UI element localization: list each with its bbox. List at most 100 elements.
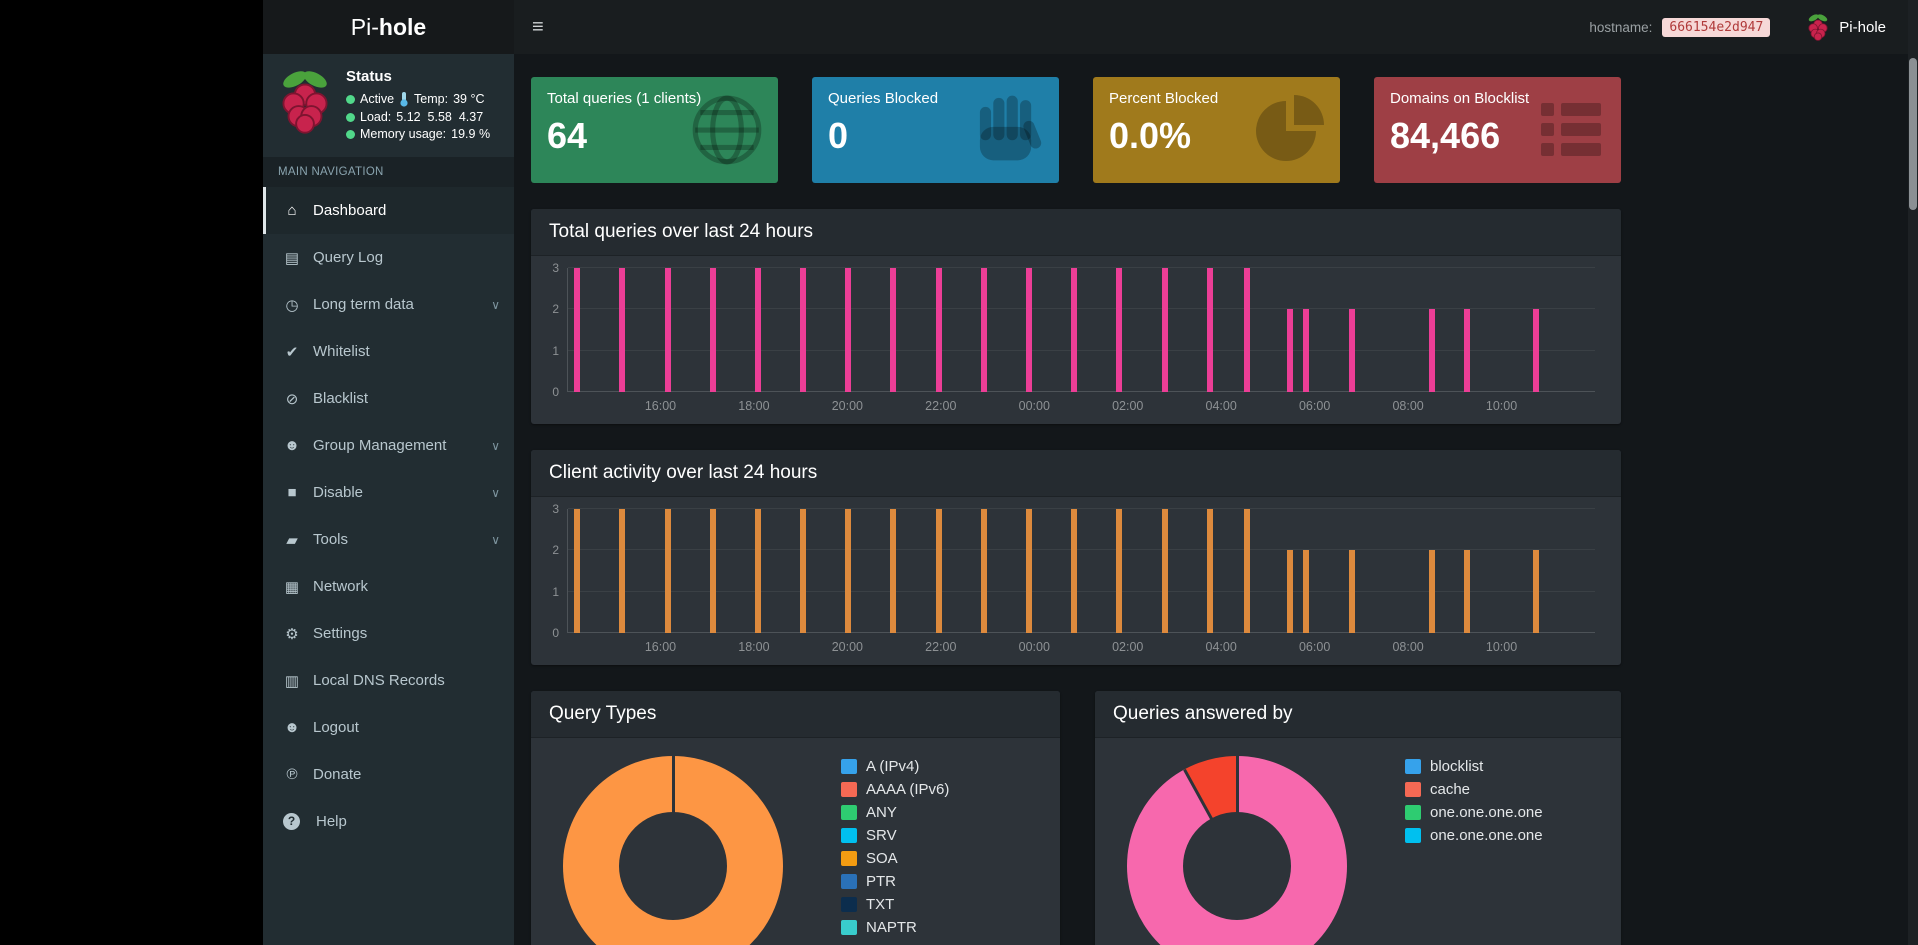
bar [1533,309,1540,392]
bar [1286,550,1293,633]
load-label: Load: [360,110,392,124]
legend-item[interactable]: NAPTR [841,919,949,936]
card-domains-blocklist[interactable]: Domains on Blocklist 84,466 [1374,77,1621,183]
legend-item[interactable]: SOA [841,850,949,867]
x-tick-label: 04:00 [1205,640,1237,654]
x-tick-label: 00:00 [1018,399,1050,413]
card-total-queries[interactable]: Total queries (1 clients) 64 [531,77,778,183]
sidebar-item-group-management[interactable]: ☻ Group Management ∨ [263,422,514,469]
x-tick-label: 20:00 [831,399,863,413]
bar [754,268,761,392]
query-log-icon: ▤ [284,249,300,267]
legend-label: TXT [866,896,895,913]
legend-label: PTR [866,873,896,890]
bar [1026,509,1033,633]
legend-item[interactable]: one.one.one.one [1405,827,1543,844]
sidebar-item-donate[interactable]: ℗ Donate [263,751,514,798]
sidebar-item-label: Long term data [313,296,414,313]
bar [935,509,942,633]
content: Total queries (1 clients) 64 Queries Blo… [531,77,1621,945]
y-tick-label: 1 [552,584,559,599]
bar-plot[interactable] [567,267,1595,392]
queries-answered-by-donut[interactable] [1127,756,1347,945]
hamburger-menu-icon[interactable]: ≡ [514,16,562,39]
scrollbar-thumb[interactable] [1909,58,1917,210]
network-icon: ▦ [284,578,300,596]
help-icon: ? [283,813,300,830]
sidebar-item-label: Blacklist [313,390,369,407]
bar [935,268,942,392]
legend-item[interactable]: cache [1405,781,1543,798]
legend-item[interactable]: AAAA (IPv6) [841,781,949,798]
legend-item[interactable]: PTR [841,873,949,890]
bar [1071,509,1078,633]
sidebar-item-disable[interactable]: ■ Disable ∨ [263,469,514,516]
bar [1286,309,1293,392]
legend-color-chip [841,874,857,889]
query-types-donut[interactable] [563,756,783,945]
sidebar-item-logout[interactable]: ☻ Logout [263,704,514,751]
list-icon [1541,103,1601,156]
legend-item[interactable]: SRV [841,827,949,844]
bar [619,268,626,392]
panel-title: Query Types [549,703,657,724]
x-tick-label: 10:00 [1485,399,1518,413]
legend-label: cache [1430,781,1471,798]
sidebar-item-label: Settings [313,625,368,642]
sidebar-item-blacklist[interactable]: ⊘ Blacklist [263,375,514,422]
panel-title: Queries answered by [1113,703,1293,724]
status-active-dot [346,94,355,104]
sidebar-item-network[interactable]: ▦ Network [263,563,514,610]
sidebar-item-label: Donate [313,766,362,783]
legend-color-chip [1405,828,1421,843]
chevron-down-icon: ∨ [491,532,500,547]
dashboard-icon: ⌂ [287,202,297,219]
bar [1116,268,1123,392]
sidebar-item-query-log[interactable]: ▤ Query Log [263,234,514,281]
panel-header: Client activity over last 24 hours [531,450,1621,497]
legend-color-chip [841,897,857,912]
bar [1243,268,1250,392]
legend-item[interactable]: blocklist [1405,758,1543,775]
x-tick-label: 16:00 [644,399,677,413]
navbar-right: hostname: 666154e2d947 Pi-hole [1589,13,1908,41]
bar-plot[interactable] [567,508,1595,633]
legend-label: one.one.one.one [1430,827,1543,844]
legend-label: one.one.one.one [1430,804,1543,821]
sidebar-item-local-dns-records[interactable]: ▥ Local DNS Records [263,657,514,704]
legend-item[interactable]: A (IPv4) [841,758,949,775]
queries-answered-by-chart: blocklist cache one.one.one.one one.one.one… [1095,738,1621,945]
client-activity-chart[interactable]: 0 1 2 3 16:00 18:00 20:00 22:00 00:00 02:00 04:00 0… [531,497,1621,665]
status-text: Status Active Temp: 39 °C Load: 5.12 5.5… [346,68,490,141]
legend-item[interactable]: one.one.one.one [1405,804,1543,821]
sidebar-item-label: Group Management [313,437,447,454]
donate-icon: ℗ [286,766,298,783]
bottom-row: Query Types A (IPv4) AAAA (IPv6) ANY SRV SOA… [531,691,1621,945]
status-title: Status [346,68,392,85]
sidebar-item-long-term-data[interactable]: ◷ Long term data ∨ [263,281,514,328]
status-memory-dot [346,129,355,139]
total-queries-chart[interactable]: 0 1 2 3 16:00 18:00 20:00 22:00 00:00 02:00 04:00 0… [531,256,1621,424]
logo-text-light: Pi- [350,13,379,40]
sidebar-item-label: Disable [313,484,364,501]
sidebar-item-help[interactable]: ? Help [263,798,514,845]
sidebar-item-label: Local DNS Records [313,672,445,689]
bar [1463,309,1470,392]
legend-item[interactable]: TXT [841,896,949,913]
main-content: Total queries (1 clients) 64 Queries Blo… [514,54,1908,945]
sidebar-item-whitelist[interactable]: ✔ Whitelist [263,328,514,375]
sidebar-item-label: Dashboard [313,202,387,219]
sidebar-item-tools[interactable]: ▰ Tools ∨ [263,516,514,563]
legend-item[interactable]: ANY [841,804,949,821]
sidebar-item-settings[interactable]: ⚙ Settings [263,610,514,657]
app-logo[interactable]: Pi-hole [263,0,514,54]
brand-link[interactable]: Pi-hole [1806,13,1886,41]
sidebar-item-dashboard[interactable]: ⌂ Dashboard [263,187,514,234]
x-tick-label: 10:00 [1485,640,1518,654]
panel-header: Query Types [531,691,1060,738]
y-tick-label: 3 [552,261,559,275]
bar [800,509,807,633]
card-queries-blocked[interactable]: Queries Blocked 0 [812,77,1059,183]
card-percent-blocked[interactable]: Percent Blocked 0.0% [1093,77,1340,183]
bar [845,268,852,392]
